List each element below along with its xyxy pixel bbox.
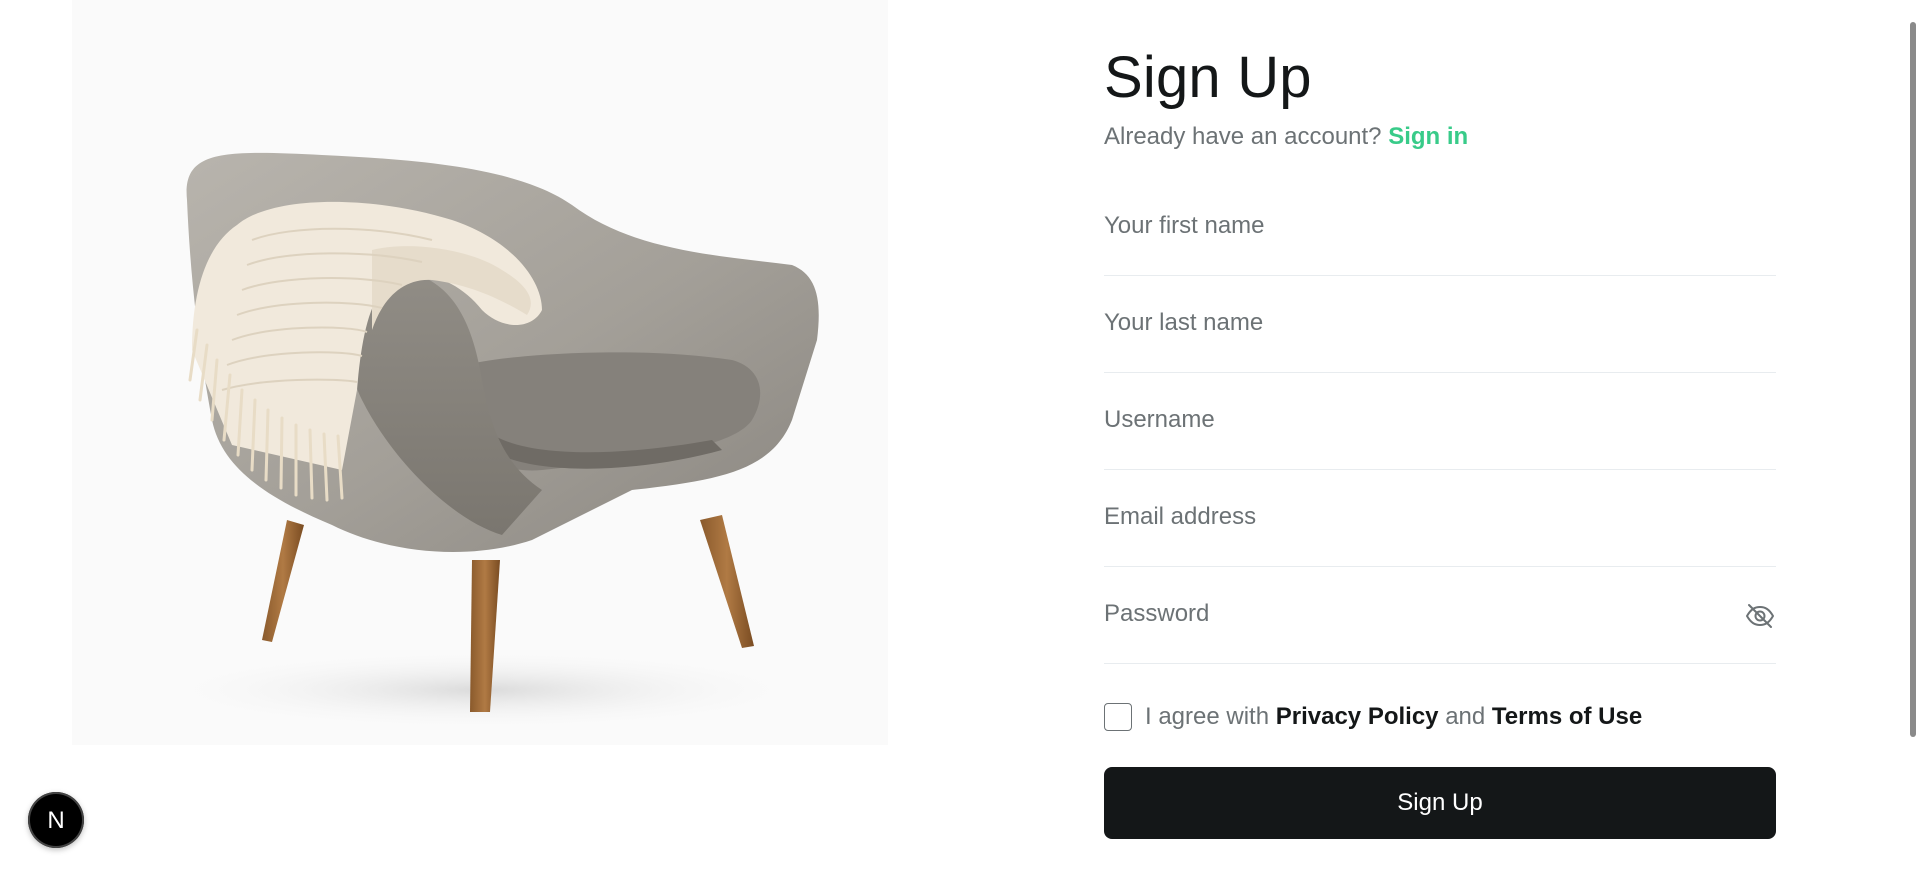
nextjs-dev-badge[interactable]: N — [28, 792, 84, 848]
password-input[interactable] — [1104, 594, 1724, 634]
signup-form: Sign Up Already have an account? Sign in — [1104, 0, 1776, 839]
terms-agreement-text: I agree with Privacy Policy and Terms of… — [1145, 703, 1642, 731]
last-name-field-row — [1104, 277, 1776, 373]
form-fields — [1104, 180, 1776, 664]
agree-conjunction: and — [1445, 703, 1486, 730]
scrollbar-thumb[interactable] — [1910, 22, 1916, 737]
terms-of-use-link[interactable]: Terms of Use — [1492, 703, 1642, 730]
privacy-policy-link[interactable]: Privacy Policy — [1276, 703, 1439, 730]
last-name-input[interactable] — [1104, 303, 1776, 343]
signup-submit-button[interactable]: Sign Up — [1104, 767, 1776, 839]
first-name-input[interactable] — [1104, 206, 1776, 246]
first-name-field-row — [1104, 180, 1776, 276]
signup-page: Sign Up Already have an account? Sign in — [0, 0, 1919, 875]
username-input[interactable] — [1104, 400, 1776, 440]
eye-off-icon[interactable] — [1744, 600, 1776, 632]
username-field-row — [1104, 374, 1776, 470]
page-title: Sign Up — [1104, 45, 1312, 110]
hero-image-armchair — [72, 0, 888, 745]
badge-letter: N — [47, 807, 64, 834]
email-input[interactable] — [1104, 497, 1776, 537]
signin-prompt: Already have an account? Sign in — [1104, 122, 1776, 152]
signin-prompt-text: Already have an account? — [1104, 123, 1382, 150]
agree-prefix: I agree with — [1145, 703, 1270, 730]
page-scrollbar[interactable] — [1907, 0, 1919, 875]
armchair-illustration — [72, 0, 888, 745]
signin-link[interactable]: Sign in — [1388, 123, 1468, 150]
terms-checkbox[interactable] — [1104, 703, 1132, 731]
password-field-row — [1104, 568, 1776, 664]
email-field-row — [1104, 471, 1776, 567]
nextjs-logo-icon: N — [47, 807, 64, 834]
terms-agreement-row: I agree with Privacy Policy and Terms of… — [1104, 700, 1776, 734]
